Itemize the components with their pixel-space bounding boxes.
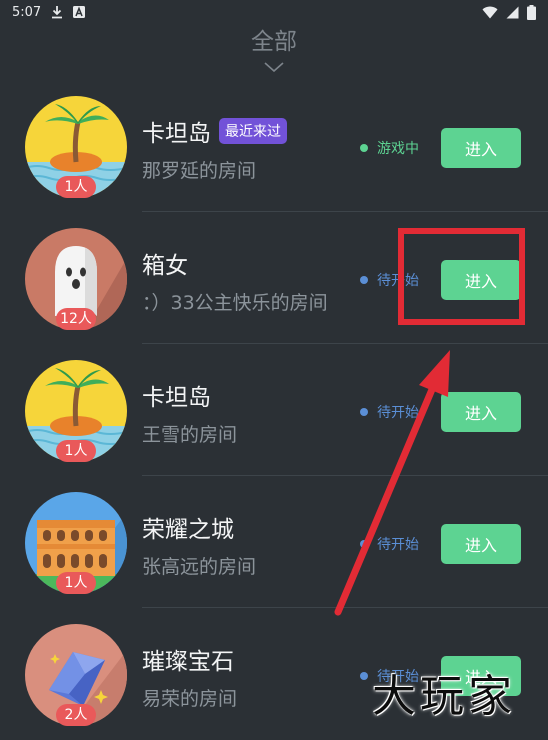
pointer-arrow-icon bbox=[334, 350, 450, 616]
watermark-logo: 大玩家 bbox=[372, 671, 516, 722]
